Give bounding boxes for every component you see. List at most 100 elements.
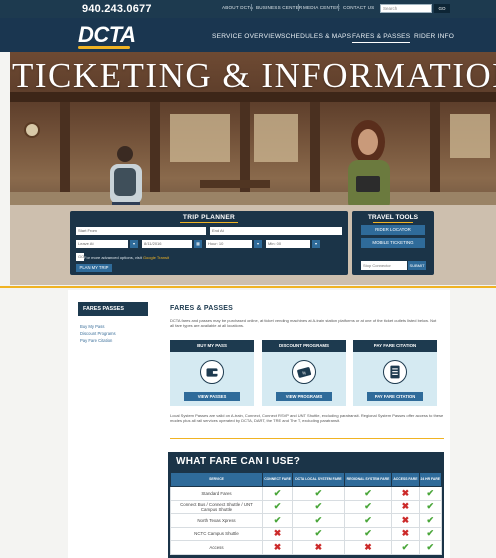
- view-passes-button[interactable]: VIEW PASSES: [184, 392, 240, 401]
- column-header: REGIONAL SYSTEM FARE: [343, 472, 393, 487]
- discount-ticket-icon: %: [292, 360, 316, 384]
- clock-icon: [24, 122, 40, 138]
- x-icon: ✖: [401, 487, 410, 498]
- check-icon: ✔: [426, 514, 435, 525]
- x-icon: ✖: [273, 528, 282, 539]
- fare-cell: ✔: [418, 513, 443, 528]
- calendar-icon[interactable]: ▦: [194, 240, 202, 248]
- fare-cell: ✔: [261, 513, 294, 528]
- fare-cell: ✔: [343, 526, 393, 541]
- fare-cell: ✖: [391, 526, 420, 541]
- fare-cell: ✖: [391, 513, 420, 528]
- gold-divider: [0, 286, 496, 288]
- trip-planner: TRIP PLANNER Start From End At Leave At …: [70, 211, 348, 275]
- table-header-row: SERVICE CONNECT FARE DCTA LOCAL SYSTEM F…: [170, 472, 443, 487]
- card-title: PAY FARE CITATION: [353, 340, 437, 352]
- service-name-cell: Standard Fares: [170, 486, 263, 501]
- title-underline: [373, 222, 413, 223]
- card-buy-my-pass: BUY MY PASS VIEW PASSES: [170, 340, 254, 406]
- sidebar-item-discount-programs[interactable]: Discount Programs: [80, 331, 116, 336]
- check-icon: ✔: [364, 528, 372, 539]
- nav-schedules-maps[interactable]: SCHEDULES & MAPS: [281, 33, 351, 40]
- service-name-cell: North Texas Xpress: [170, 513, 263, 528]
- chevron-down-icon[interactable]: ▾: [312, 240, 320, 248]
- hero-window: [450, 114, 490, 158]
- fare-cell: ✖: [261, 526, 294, 541]
- leave-at-select[interactable]: Leave At: [76, 240, 128, 248]
- phone-number[interactable]: 940.243.0677: [82, 3, 152, 15]
- sidebar-item-buy-my-pass[interactable]: Buy My Pass: [80, 324, 104, 329]
- minute-select[interactable]: Min: 00: [266, 240, 310, 248]
- fare-cell: ✔: [391, 540, 420, 555]
- go-button[interactable]: GO: [76, 253, 84, 261]
- pay-fare-citation-button[interactable]: PAY FARE CITATION: [367, 392, 423, 401]
- trip-note-text: For more advanced options, visit: [84, 255, 142, 260]
- util-link-about[interactable]: ABOUT DCTA: [222, 5, 253, 10]
- nav-service-overview[interactable]: SERVICE OVERVIEW: [212, 33, 281, 40]
- check-icon: ✔: [426, 501, 435, 512]
- travel-tools-title: TRAVEL TOOLS: [367, 214, 419, 221]
- fare-cell: ✔: [261, 486, 294, 501]
- main-nav: DCTA SERVICE OVERVIEW SCHEDULES & MAPS F…: [0, 18, 496, 52]
- submit-button[interactable]: SUBMIT: [408, 261, 426, 270]
- sidebar-item-pay-fare-citation[interactable]: Pay Fare Citation: [80, 338, 112, 343]
- travel-tools: TRAVEL TOOLS RIDER LOCATOR MOBILE TICKET…: [352, 211, 434, 275]
- fare-cell: ✖: [343, 540, 393, 555]
- x-icon: ✖: [401, 501, 410, 512]
- intro-text: DCTA fares and passes may be purchased o…: [170, 318, 437, 329]
- check-icon: ✔: [364, 501, 372, 512]
- gold-divider: [170, 438, 444, 439]
- fare-cell: ✖: [391, 486, 420, 501]
- util-link-business[interactable]: BUSINESS CENTER: [256, 5, 302, 10]
- fare-cell: ✔: [343, 486, 393, 501]
- check-icon: ✔: [426, 487, 435, 498]
- hero-window: [170, 114, 230, 162]
- search-go-button[interactable]: GO: [434, 4, 450, 13]
- column-header: DCTA LOCAL SYSTEM FARE: [292, 472, 345, 487]
- divider: [338, 4, 339, 11]
- fare-cell: ✔: [343, 499, 393, 514]
- plan-my-trip-button[interactable]: PLAN MY TRIP: [76, 264, 112, 272]
- divider: [298, 4, 299, 11]
- column-header: CONNECT FARE: [261, 472, 294, 487]
- fare-cell: ✔: [418, 499, 443, 514]
- hour-select[interactable]: Hour: 10: [206, 240, 252, 248]
- fare-cell: ✖: [261, 540, 294, 555]
- nav-fares-passes[interactable]: FARES & PASSES: [352, 33, 411, 43]
- trip-planner-title: TRIP PLANNER: [182, 214, 236, 221]
- check-icon: ✔: [426, 541, 435, 552]
- card-pay-fare-citation: PAY FARE CITATION PAY FARE CITATION: [353, 340, 437, 406]
- fare-table-panel: WHAT FARE CAN I USE? SERVICE CONNECT FAR…: [168, 452, 444, 558]
- google-transit-link[interactable]: Google Transit: [143, 255, 169, 260]
- view-programs-button[interactable]: VIEW PROGRAMS: [276, 392, 332, 401]
- dcta-logo[interactable]: DCTA: [78, 22, 136, 48]
- fare-cell: ✔: [418, 486, 443, 501]
- fare-cell: ✔: [261, 499, 294, 514]
- start-from-input[interactable]: Start From: [76, 227, 206, 235]
- util-link-contact[interactable]: CONTACT US: [343, 5, 374, 10]
- search-input[interactable]: Search: [380, 4, 432, 13]
- chevron-down-icon[interactable]: ▾: [254, 240, 262, 248]
- service-name-cell: Access: [170, 540, 263, 555]
- svg-text:%: %: [302, 370, 306, 375]
- check-icon: ✔: [314, 487, 323, 498]
- page-title: FARES & PASSES: [170, 305, 233, 312]
- chevron-down-icon[interactable]: ▾: [130, 240, 138, 248]
- fare-table: SERVICE CONNECT FARE DCTA LOCAL SYSTEM F…: [170, 472, 443, 555]
- util-link-media[interactable]: MEDIA CENTER: [303, 5, 340, 10]
- check-icon: ✔: [426, 528, 435, 539]
- woman-with-tablet-image: [348, 120, 390, 210]
- mobile-ticketing-button[interactable]: MOBILE TICKETING: [361, 238, 425, 248]
- x-icon: ✖: [273, 541, 282, 552]
- hero-banner: TICKETING & INFORMATION: [10, 52, 496, 210]
- end-at-input[interactable]: End At: [210, 227, 342, 235]
- wallet-icon: [200, 360, 224, 384]
- rider-locator-button[interactable]: RIDER LOCATOR: [361, 225, 425, 235]
- stop-connector-input[interactable]: Stop Connector: [361, 261, 407, 270]
- table-row: Standard Fares ✔ ✔ ✔ ✖ ✔: [170, 486, 443, 501]
- hero-bench: [200, 180, 270, 188]
- logo-swoosh-icon: [78, 46, 130, 49]
- passes-note: Local System Passes are valid on A-train…: [170, 413, 444, 424]
- nav-rider-info[interactable]: RIDER INFO: [414, 33, 454, 40]
- date-input[interactable]: 8/11/2016: [142, 240, 192, 248]
